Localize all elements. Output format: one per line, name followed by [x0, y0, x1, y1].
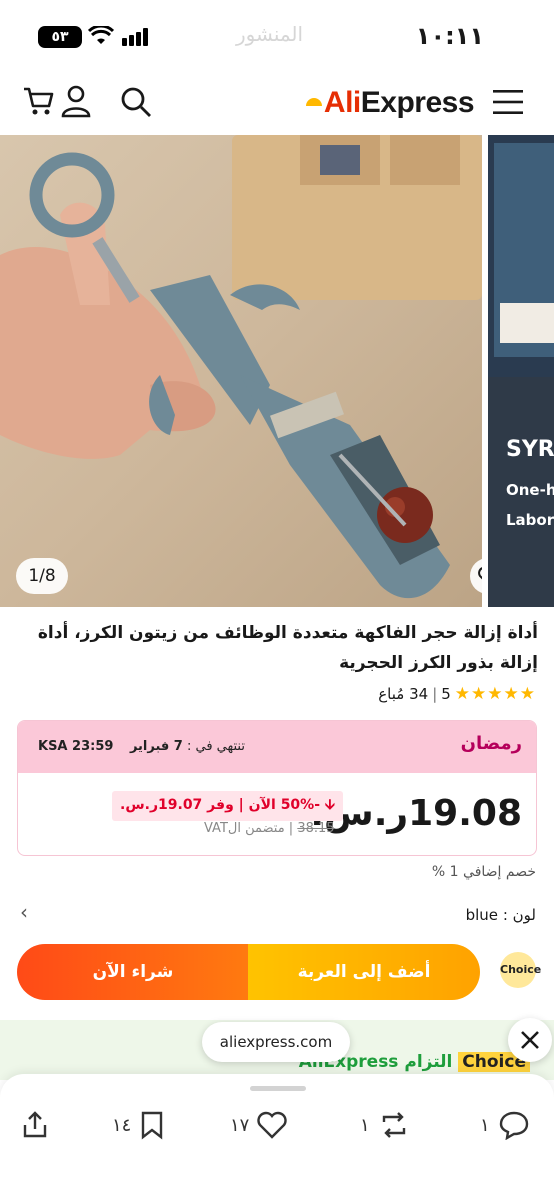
color-value: blue	[465, 906, 499, 924]
preview-image	[494, 143, 554, 357]
close-button[interactable]	[508, 1018, 552, 1062]
account-icon[interactable]	[60, 84, 92, 118]
original-price: 38.15	[297, 821, 335, 836]
logo-ali: Ali	[323, 86, 361, 119]
search-icon[interactable]	[120, 86, 152, 118]
extra-discount: خصم إضافي 1 %	[431, 864, 536, 880]
cart-icon[interactable]	[22, 84, 56, 118]
color-selector[interactable]: لون : blue	[466, 906, 536, 924]
like-count: ١٧	[230, 1114, 250, 1136]
share-button[interactable]	[20, 1108, 50, 1142]
preview-heading: SYR	[506, 437, 554, 462]
aliexpress-logo[interactable]: AliExpress	[304, 86, 475, 120]
share-icon	[23, 1111, 47, 1138]
buy-now-button[interactable]: شراء الآن	[17, 944, 249, 1000]
chevron-left-icon[interactable]: ‹	[20, 900, 28, 924]
preview-line-2: Labor	[506, 511, 554, 529]
ends-time: KSA 23:59	[38, 739, 114, 754]
color-label: لون :	[502, 906, 536, 924]
repost-button[interactable]: ١	[360, 1108, 410, 1142]
heart-icon	[257, 1111, 288, 1139]
ramadan-badge: رمضان	[460, 733, 522, 754]
preview-banner: SYR One-h Labor	[488, 377, 554, 607]
preview-image-panel	[500, 303, 554, 343]
url-pill[interactable]: aliexpress.com	[202, 1022, 350, 1062]
rating-separator: |	[432, 685, 438, 703]
reply-button[interactable]: ١	[480, 1108, 530, 1142]
repost-count: ١	[360, 1114, 370, 1136]
promo-header: رمضان تنتهي في : 7 فبراير KSA 23:59	[18, 721, 536, 773]
rating-value: 5	[441, 685, 451, 703]
image-counter: 1/8	[16, 558, 68, 594]
promo-countdown: تنتهي في : 7 فبراير KSA 23:59	[38, 739, 245, 754]
close-icon	[521, 1031, 539, 1049]
discount-text: -50% الآن | وفر 19.07ر.س.	[120, 797, 321, 813]
wifi-icon	[88, 26, 114, 44]
ends-date: 7 فبراير	[129, 739, 183, 754]
add-to-cart-button[interactable]: أضف إلى العربة	[248, 944, 480, 1000]
product-title: أداة إزالة حجر الفاكهة متعددة الوظائف من…	[37, 623, 538, 673]
signal-icon	[122, 28, 148, 46]
like-button[interactable]: ١٧	[230, 1108, 288, 1142]
repost-icon	[382, 1112, 405, 1138]
bookmark-count: ١٤	[112, 1114, 132, 1136]
site-header: AliExpress	[0, 72, 554, 134]
rating-row[interactable]: ★★★★★ 5 | 34 مُباع	[378, 684, 536, 704]
bookmark-button[interactable]: ١٤	[112, 1108, 165, 1142]
sun-icon	[305, 98, 322, 106]
price-promo-card: رمضان تنتهي في : 7 فبراير KSA 23:59 19.0…	[17, 720, 537, 856]
commitment-label: التزام	[404, 1052, 453, 1072]
logo-express: Express	[360, 86, 475, 119]
status-time: ١٠:١١	[415, 22, 484, 50]
status-bar: ١٠:١١ المنشور ٥٣	[0, 0, 554, 70]
comment-icon	[499, 1111, 528, 1140]
rating-stars: ★★★★★	[454, 684, 536, 704]
original-price-row: 38.15 | متضمن الVAT	[204, 821, 335, 836]
bookmark-icon	[142, 1111, 163, 1140]
choice-badge: Choice	[500, 952, 541, 988]
discount-tag: 🡫 -50% الآن | وفر 19.07ر.س.	[112, 791, 343, 821]
product-photo	[0, 135, 482, 599]
orig-separator: |	[284, 821, 294, 836]
arrow-down-icon: 🡫	[324, 797, 335, 813]
related-card-preview[interactable]: SYR One-h Labor	[488, 135, 554, 607]
faded-page-title: المنشور	[236, 22, 304, 46]
sold-count: 34 مُباع	[378, 685, 429, 703]
preview-line-1: One-h	[506, 481, 554, 499]
heart-icon	[478, 567, 482, 580]
product-image-gallery[interactable]: 1/8 16	[0, 135, 482, 607]
vat-note: متضمن الVAT	[204, 821, 285, 836]
ends-label: تنتهي في :	[186, 739, 245, 754]
sheet-handle[interactable]	[250, 1086, 306, 1091]
battery-indicator: ٥٣	[38, 26, 82, 48]
menu-icon[interactable]	[492, 88, 524, 116]
reply-count: ١	[480, 1114, 490, 1136]
